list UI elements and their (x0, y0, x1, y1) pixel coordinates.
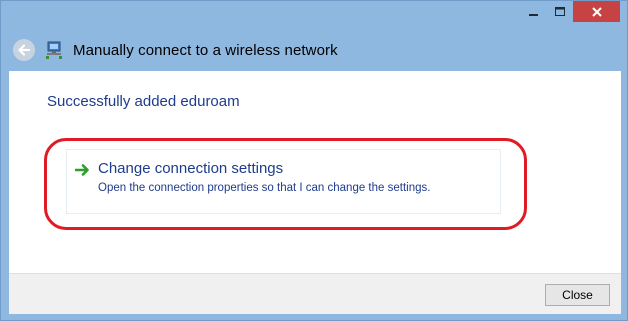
maximize-icon (555, 6, 565, 16)
option-title: Change connection settings (98, 160, 284, 177)
caption-buttons (521, 1, 620, 22)
change-connection-settings-option[interactable]: Change connection settings Open the conn… (66, 149, 501, 214)
minimize-icon (529, 13, 538, 16)
green-arrow-icon (75, 164, 89, 176)
close-icon (591, 6, 602, 17)
wireless-network-icon (45, 41, 63, 59)
maximize-button[interactable] (547, 1, 573, 22)
window-close-button[interactable] (573, 1, 620, 22)
window-title: Manually connect to a wireless network (73, 41, 338, 59)
back-arrow-icon (18, 44, 31, 56)
back-button[interactable] (13, 39, 35, 61)
dialog-header: Manually connect to a wireless network (9, 31, 621, 69)
option-description: Open the connection properties so that I… (98, 182, 431, 194)
content-panel: Successfully added eduroam Change connec… (9, 71, 621, 273)
success-heading: Successfully added eduroam (47, 93, 240, 110)
close-button[interactable]: Close (545, 284, 610, 306)
minimize-button[interactable] (521, 1, 547, 22)
dialog-window: Manually connect to a wireless network S… (0, 0, 628, 321)
dialog-footer: Close (9, 273, 621, 314)
